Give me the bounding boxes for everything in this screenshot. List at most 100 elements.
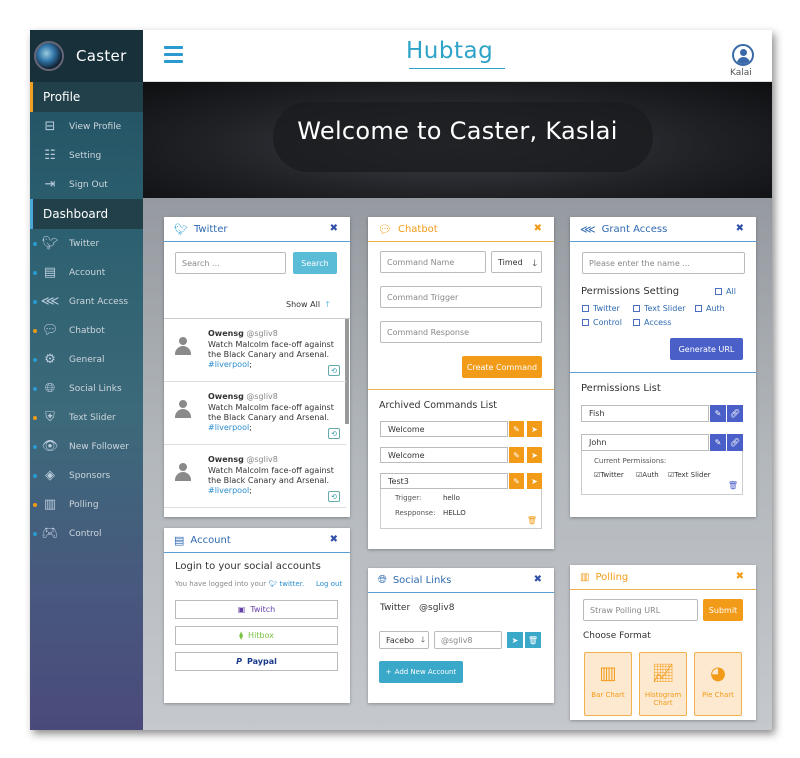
send-button[interactable]: ➤ xyxy=(527,447,542,463)
user-name[interactable]: Kalai xyxy=(730,68,752,78)
show-all-link[interactable]: Show All 🡑 xyxy=(286,299,330,313)
tweet-hashtag[interactable]: #liverpool xyxy=(208,486,249,495)
edit-button[interactable]: ✎ xyxy=(710,434,726,451)
tweet-item[interactable]: Owensg @sgliv8 Watch Malcolm face-off aga… xyxy=(164,319,346,382)
platform-select[interactable]: Facebo 🡓 xyxy=(379,631,429,649)
tweet-handle: @sgliv8 xyxy=(246,392,278,401)
permission-user-fish[interactable]: Fish xyxy=(581,405,709,422)
sidebar-item-general[interactable]: ⚙ General xyxy=(30,345,143,374)
retweet-icon[interactable]: ⟲ xyxy=(328,428,340,439)
checkbox-control[interactable]: Control xyxy=(582,318,622,327)
user-avatar-icon[interactable] xyxy=(732,44,754,66)
checkbox[interactable] xyxy=(633,305,640,312)
poll-url-input[interactable]: Straw Polling URL xyxy=(583,599,698,621)
checkbox-text-slider[interactable]: Text Slider xyxy=(633,304,686,313)
twitch-button[interactable]: ▣ Twitch xyxy=(175,600,338,619)
checkbox-twitter[interactable]: Twitter xyxy=(582,304,620,313)
sidebar-item-sign-out[interactable]: ⇥ Sign Out xyxy=(30,170,143,199)
hitbox-button[interactable]: ⧫ Hitbox xyxy=(175,626,338,645)
close-icon[interactable]: ✖ xyxy=(534,574,542,585)
twitter-search-button[interactable]: Search xyxy=(293,252,337,274)
tweet-author: Owensg @sgliv8 xyxy=(208,329,278,338)
tweet-item[interactable]: Owensg @sgliv8 Watch Malcolm face-off aga… xyxy=(164,445,346,508)
trigger-label: Trigger: xyxy=(395,494,422,502)
generate-url-button[interactable]: Generate URL xyxy=(670,338,743,360)
sidebar-item-label: Polling xyxy=(69,499,99,510)
trash-icon[interactable]: 🗑︎ xyxy=(527,516,537,525)
social-links-card: 🌐︎ Social Links ✖ Twitter @sgliv8 Facebo… xyxy=(368,568,554,703)
checkbox[interactable] xyxy=(582,305,589,312)
create-command-button[interactable]: Create Command xyxy=(462,356,542,378)
command-response-input[interactable]: Command Response xyxy=(380,321,542,343)
chevron-down-icon: 🡓 xyxy=(420,635,425,644)
retweet-icon[interactable]: ⟲ xyxy=(328,491,340,502)
archived-command[interactable]: Welcome xyxy=(380,447,508,463)
account-card: ▤ Account ✖ Login to your social account… xyxy=(164,528,350,703)
sidebar-item-sponsors[interactable]: ◈ Sponsors xyxy=(30,461,143,490)
format-option-bar-chart[interactable]: ▥ Bar Chart xyxy=(584,652,632,716)
paypal-button[interactable]: P Paypal xyxy=(175,652,338,671)
close-icon[interactable]: ✖ xyxy=(330,223,338,234)
delete-button[interactable]: 🗑︎ xyxy=(525,632,541,648)
pie-chart-icon: ◕ xyxy=(710,663,726,684)
close-icon[interactable]: ✖ xyxy=(736,223,744,234)
edit-button[interactable]: ✎ xyxy=(509,473,524,489)
trash-icon[interactable]: 🗑︎ xyxy=(728,481,738,490)
command-name-input[interactable]: Command Name xyxy=(380,251,486,273)
poll-submit-button[interactable]: Submit xyxy=(703,599,743,621)
logout-link[interactable]: Log out xyxy=(316,580,342,588)
social-handle-input[interactable]: @sgliv8 xyxy=(434,631,502,649)
link-button[interactable]: 🔗︎ xyxy=(727,434,743,451)
grant-name-input[interactable]: Please enter the name ... xyxy=(582,252,745,274)
edit-button[interactable]: ✎ xyxy=(509,447,524,463)
tweet-hashtag[interactable]: #liverpool xyxy=(208,360,249,369)
edit-button[interactable]: ✎ xyxy=(509,421,524,437)
sidebar-item-account[interactable]: ▤ Account xyxy=(30,258,143,287)
checkbox-all[interactable]: All xyxy=(715,287,736,296)
archived-command[interactable]: Test3 xyxy=(380,473,508,489)
sidebar-item-chatbot[interactable]: 💬︎ Chatbot xyxy=(30,316,143,345)
checkbox[interactable] xyxy=(715,288,722,295)
send-button[interactable]: ➤ xyxy=(507,632,523,648)
link-button[interactable]: 🔗︎ xyxy=(727,405,743,422)
format-option-pie-chart[interactable]: ◕ Pie Chart xyxy=(694,652,742,716)
sidebar-item-label: Account xyxy=(69,267,106,278)
format-option-histogram-chart[interactable]: 📈︎ Histogram Chart xyxy=(639,652,687,716)
sidebar-item-polling[interactable]: ▥ Polling xyxy=(30,490,143,519)
command-trigger-input[interactable]: Command Trigger xyxy=(380,286,542,308)
globe-icon: 🌐︎ xyxy=(378,573,387,586)
permission-user-john[interactable]: John xyxy=(581,434,709,451)
sidebar-item-grant-access[interactable]: ⋘ Grant Access xyxy=(30,287,143,316)
tweet-item[interactable]: Owensg @sgliv8 Watch Malcolm face-off aga… xyxy=(164,382,346,445)
sidebar-item-control[interactable]: 🎮︎ Control xyxy=(30,519,143,548)
close-icon[interactable]: ✖ xyxy=(330,534,338,545)
sidebar-section-profile[interactable]: Profile xyxy=(30,82,143,112)
checkbox[interactable] xyxy=(582,319,589,326)
checkbox-access[interactable]: Access xyxy=(633,318,671,327)
checkbox-auth[interactable]: Auth xyxy=(695,304,725,313)
twitter-search-input[interactable]: Search ... xyxy=(175,252,286,274)
checkbox[interactable] xyxy=(633,319,640,326)
send-button[interactable]: ➤ xyxy=(527,421,542,437)
sidebar-section-dashboard[interactable]: Dashboard xyxy=(30,199,143,229)
permissions-setting-title: Permissions Setting xyxy=(581,286,680,297)
checkbox[interactable] xyxy=(695,305,702,312)
sidebar-item-twitter[interactable]: 🐦︎ Twitter xyxy=(30,229,143,258)
sidebar-item-new-follower[interactable]: 👁︎ New Follower xyxy=(30,432,143,461)
status-dot xyxy=(33,474,37,478)
sidebar-item-text-slider[interactable]: ⛨ Text Slider xyxy=(30,403,143,432)
sidebar-item-social-links[interactable]: 🌐︎ Social Links xyxy=(30,374,143,403)
sidebar-item-setting[interactable]: ☷ Setting xyxy=(30,141,143,170)
edit-button[interactable]: ✎ xyxy=(710,405,726,422)
archived-command[interactable]: Welcome xyxy=(380,421,508,437)
tweet-hashtag[interactable]: #liverpool xyxy=(208,423,249,432)
send-button[interactable]: ➤ xyxy=(527,473,542,489)
edit-icon: ✎ xyxy=(513,476,520,486)
timed-select[interactable]: Timed 🡓 xyxy=(491,251,542,273)
add-account-button[interactable]: + Add New Account xyxy=(379,661,463,683)
retweet-icon[interactable]: ⟲ xyxy=(328,365,340,376)
sidebar-item-view-profile[interactable]: ⊟ View Profile xyxy=(30,112,143,141)
close-icon[interactable]: ✖ xyxy=(534,223,542,234)
hamburger-menu-icon[interactable] xyxy=(164,46,183,63)
close-icon[interactable]: ✖ xyxy=(736,571,744,582)
